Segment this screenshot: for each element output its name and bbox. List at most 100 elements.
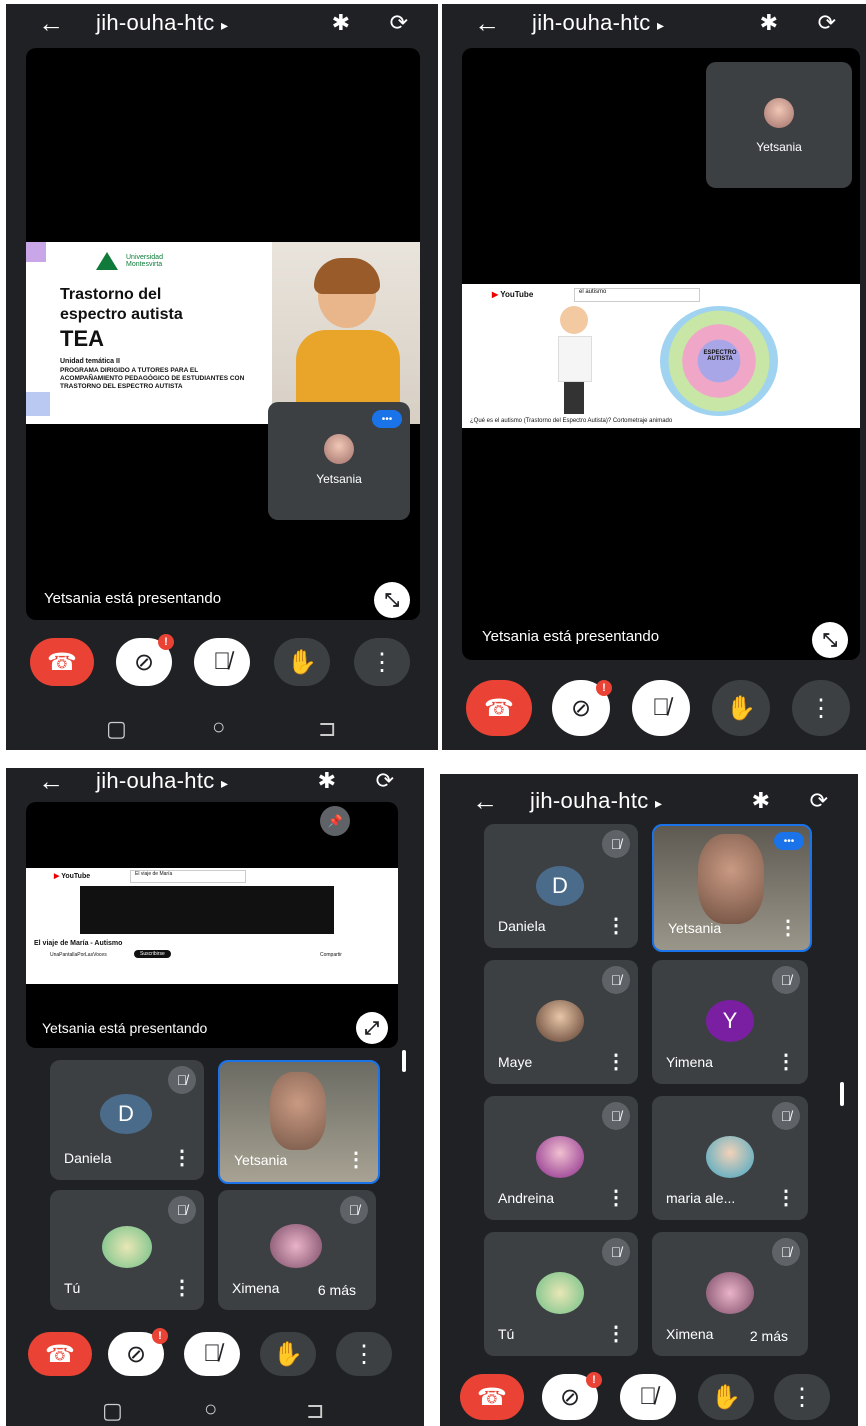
end-call-button[interactable]: ☎ — [28, 1332, 92, 1376]
back-icon[interactable]: ← — [38, 768, 64, 797]
back-nav-icon[interactable]: ⊐ — [306, 1398, 324, 1424]
back-nav-icon[interactable]: ⊐ — [318, 716, 336, 742]
switch-camera-icon[interactable]: ⟳ — [390, 10, 408, 36]
pip-name: Yetsania — [316, 472, 362, 486]
more-icon[interactable]: ⋮ — [606, 913, 626, 938]
more-icon[interactable]: ⋮ — [776, 1049, 796, 1074]
more-icon[interactable]: ⋮ — [606, 1049, 626, 1074]
switch-camera-icon[interactable]: ⟳ — [818, 10, 836, 36]
more-icon[interactable]: ⋮ — [606, 1321, 626, 1346]
slide-unit: Unidad temática II — [60, 358, 120, 365]
child-hair — [314, 258, 380, 294]
home-icon[interactable]: ○ — [212, 714, 225, 740]
mic-off-icon: 🎙̸ — [168, 1066, 196, 1094]
cartoon-legs — [564, 382, 584, 414]
raise-hand-button[interactable]: ✋ — [712, 680, 770, 736]
scrollbar[interactable] — [840, 1082, 844, 1106]
video-feed — [270, 1072, 326, 1150]
participant-name: Andreina — [498, 1190, 555, 1206]
participant-tile-yetsania[interactable]: ••• Yetsania ⋮ — [652, 824, 812, 952]
share-button[interactable]: Compartir — [320, 952, 342, 958]
screenshot-2: ← jih-ouha-htc ▸ ✱ ⟳ Yetsania ▶ YouTube … — [442, 4, 866, 750]
bluetooth-icon[interactable]: ✱ — [760, 10, 778, 36]
participant-tile-maye[interactable]: 🎙̸ Maye ⋮ — [484, 960, 638, 1084]
participant-tile-tu[interactable]: 🎙̸ Tú ⋮ — [484, 1232, 638, 1356]
recent-apps-icon[interactable]: ▢ — [106, 716, 127, 742]
end-call-button[interactable]: ☎ — [466, 680, 532, 736]
more-options-button[interactable]: ⋮ — [774, 1374, 830, 1420]
participant-tile-ximena[interactable]: 🎙̸ Ximena 6 más — [218, 1190, 376, 1310]
participant-tile-yimena[interactable]: 🎙̸ Y Yimena ⋮ — [652, 960, 808, 1084]
mic-off-icon: 🎙̸ — [213, 648, 231, 675]
pin-icon[interactable]: 📌 — [320, 806, 350, 836]
participant-name: Tú — [498, 1326, 515, 1342]
cartoon-body — [558, 336, 592, 382]
mic-off-icon: 🎙̸ — [602, 1102, 630, 1130]
more-icon[interactable]: ⋮ — [776, 1185, 796, 1210]
participant-tile-tu[interactable]: 🎙̸ Tú ⋮ — [50, 1190, 204, 1310]
home-icon[interactable]: ○ — [204, 1396, 217, 1422]
mic-off-button[interactable]: 🎙̸ — [184, 1332, 240, 1376]
avatar — [706, 1272, 754, 1314]
more-options-button[interactable]: ⋮ — [354, 638, 410, 686]
avatar: D — [536, 866, 584, 906]
back-icon[interactable]: ← — [472, 786, 498, 817]
bluetooth-icon[interactable]: ✱ — [332, 10, 350, 36]
more-icon[interactable]: ⋮ — [606, 1185, 626, 1210]
more-options-button[interactable]: ⋮ — [336, 1332, 392, 1376]
more-participants-pill[interactable]: 2 más — [737, 1324, 800, 1348]
raise-hand-button[interactable]: ✋ — [260, 1332, 316, 1376]
child-photo — [272, 242, 420, 424]
camera-alert-badge: ! — [596, 680, 612, 696]
switch-camera-icon[interactable]: ⟳ — [376, 768, 394, 794]
avatar: D — [100, 1094, 152, 1134]
mic-off-button[interactable]: 🎙̸ — [194, 638, 250, 686]
logo-text: Universidad Montesvirta — [126, 254, 163, 268]
collapse-icon[interactable]: ⤡ — [374, 582, 410, 618]
end-call-button[interactable]: ☎ — [30, 638, 94, 686]
collapse-icon[interactable]: ⤡ — [812, 622, 848, 658]
participant-tile-andreina[interactable]: 🎙̸ Andreina ⋮ — [484, 1096, 638, 1220]
participant-tile-daniela[interactable]: 🎙̸ D Daniela ⋮ — [484, 824, 638, 948]
raise-hand-button[interactable]: ✋ — [274, 638, 330, 686]
switch-camera-icon[interactable]: ⟳ — [810, 788, 828, 814]
scrollbar[interactable] — [402, 1050, 406, 1072]
raise-hand-button[interactable]: ✋ — [698, 1374, 754, 1420]
expand-icon[interactable]: ⤢ — [356, 1012, 388, 1044]
mic-off-button[interactable]: 🎙̸ — [632, 680, 690, 736]
mic-off-button[interactable]: 🎙̸ — [620, 1374, 676, 1420]
more-icon[interactable]: ⋮ — [172, 1145, 192, 1170]
more-options-button[interactable]: ⋮ — [792, 680, 850, 736]
participant-name: Yetsania — [668, 920, 722, 936]
participant-name: Daniela — [64, 1150, 112, 1166]
meeting-title[interactable]: jih-ouha-htc ▸ — [530, 788, 662, 814]
participant-tile-maria[interactable]: 🎙̸ maria ale... ⋮ — [652, 1096, 808, 1220]
recent-apps-icon[interactable]: ▢ — [102, 1398, 123, 1424]
mic-off-icon: 🎙̸ — [340, 1196, 368, 1224]
participant-tile-daniela[interactable]: 🎙̸ D Daniela ⋮ — [50, 1060, 204, 1180]
self-pip-yetsania[interactable]: ••• Yetsania — [268, 402, 410, 520]
more-icon[interactable]: ⋮ — [172, 1275, 192, 1300]
more-participants-pill[interactable]: 6 más — [305, 1278, 368, 1302]
avatar — [102, 1226, 152, 1268]
mic-off-icon: 🎙̸ — [772, 1238, 800, 1266]
subscribe-button[interactable]: Suscribirse — [134, 950, 171, 958]
bluetooth-icon[interactable]: ✱ — [318, 768, 336, 794]
self-pip-yetsania[interactable]: Yetsania — [706, 62, 852, 188]
avatar — [706, 1136, 754, 1178]
participant-tile-yetsania[interactable]: Yetsania ⋮ — [218, 1060, 380, 1184]
back-icon[interactable]: ← — [474, 8, 500, 39]
bluetooth-icon[interactable]: ✱ — [752, 788, 770, 814]
back-icon[interactable]: ← — [38, 8, 64, 39]
meeting-title[interactable]: jih-ouha-htc ▸ — [532, 10, 664, 36]
participant-name: Yetsania — [234, 1152, 288, 1168]
end-call-button[interactable]: ☎ — [460, 1374, 524, 1420]
puzzle-decoration — [26, 242, 46, 262]
more-icon[interactable]: ⋮ — [778, 915, 798, 940]
meeting-title[interactable]: jih-ouha-htc ▸ — [96, 768, 228, 794]
participant-tile-ximena[interactable]: 🎙̸ Ximena 2 más — [652, 1232, 808, 1356]
meeting-title[interactable]: jih-ouha-htc ▸ — [96, 10, 228, 36]
more-icon[interactable]: ⋮ — [346, 1147, 366, 1172]
presenting-label: Yetsania está presentando — [42, 1020, 208, 1036]
slide-title-3: TEA — [60, 326, 104, 351]
